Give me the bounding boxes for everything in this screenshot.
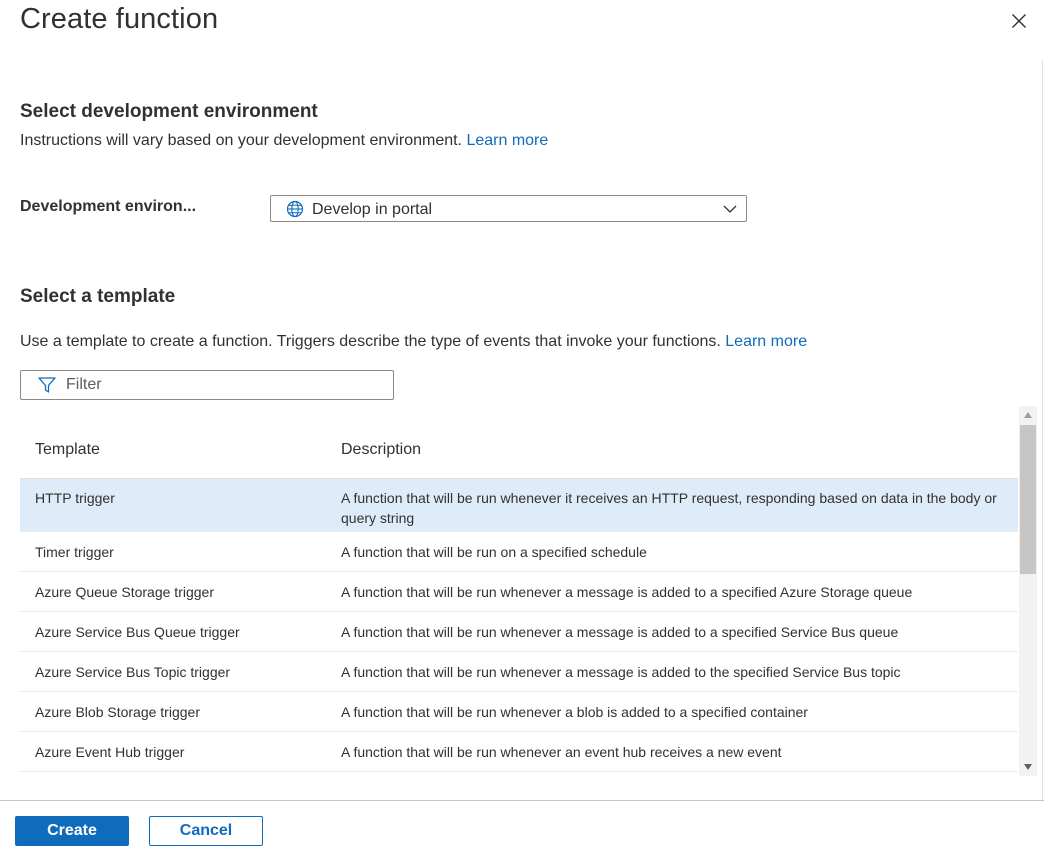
globe-icon (286, 200, 304, 218)
table-row[interactable]: Azure Service Bus Topic trigger A functi… (20, 652, 1018, 692)
filter-input[interactable] (66, 376, 366, 394)
scroll-up-button[interactable] (1019, 406, 1037, 424)
template-name: Azure Queue Storage trigger (35, 584, 214, 600)
template-name: Timer trigger (35, 544, 114, 560)
template-description-cell: A function that will be run whenever a m… (341, 664, 901, 680)
table-row[interactable]: Timer trigger A function that will be ru… (20, 532, 1018, 572)
dev-env-heading: Select development environment (20, 101, 318, 122)
table-row[interactable]: Azure Queue Storage trigger A function t… (20, 572, 1018, 612)
template-name: HTTP trigger (35, 490, 115, 506)
column-header-template[interactable]: Template (35, 441, 100, 459)
template-description-cell: A function that will be run on a specifi… (341, 544, 647, 560)
close-icon (1012, 14, 1026, 28)
template-learn-more-link[interactable]: Learn more (725, 333, 807, 350)
scrollbar-thumb[interactable] (1020, 425, 1036, 574)
template-description-cell: A function that will be run whenever a m… (341, 624, 899, 640)
create-button[interactable]: Create (15, 816, 129, 846)
template-heading: Select a template (20, 286, 176, 307)
template-description-cell: A function that will be run whenever an … (341, 744, 782, 760)
template-name: Azure Event Hub trigger (35, 744, 185, 760)
dev-env-field-label: Development environ... (20, 198, 197, 215)
table-row[interactable]: Azure Event Hub trigger A function that … (20, 732, 1018, 772)
dev-env-description: Instructions will vary based on your dev… (20, 132, 462, 149)
dev-env-learn-more-link[interactable]: Learn more (466, 132, 548, 149)
caret-down-icon (1024, 764, 1032, 770)
template-description-cell: A function that will be run whenever a b… (341, 704, 808, 720)
template-description-line: Use a template to create a function. Tri… (20, 333, 807, 351)
filter-box[interactable] (20, 370, 394, 400)
template-name: Azure Service Bus Queue trigger (35, 624, 240, 640)
template-description-cell: A function that will be run whenever a m… (341, 584, 913, 600)
table-row[interactable]: Azure Service Bus Queue trigger A functi… (20, 612, 1018, 652)
caret-up-icon (1024, 412, 1032, 418)
template-name: Azure Blob Storage trigger (35, 704, 200, 720)
dev-env-description-line: Instructions will vary based on your dev… (20, 132, 548, 150)
cancel-button[interactable]: Cancel (149, 816, 263, 846)
dialog-title: Create function (20, 3, 219, 35)
footer-divider (0, 800, 1044, 801)
template-description-cell: A function that will be run whenever it … (341, 490, 997, 526)
table-row[interactable]: Azure Blob Storage trigger A function th… (20, 692, 1018, 732)
close-button[interactable] (1006, 8, 1032, 34)
dev-env-dropdown[interactable]: Develop in portal (270, 195, 747, 222)
scroll-down-button[interactable] (1019, 758, 1037, 776)
table-row[interactable]: HTTP trigger A function that will be run… (20, 479, 1018, 532)
template-description: Use a template to create a function. Tri… (20, 333, 721, 350)
column-header-description[interactable]: Description (341, 441, 421, 459)
panel-edge (1042, 60, 1043, 800)
template-name: Azure Service Bus Topic trigger (35, 664, 231, 680)
dev-env-selected-value: Develop in portal (312, 200, 433, 218)
table-header: Template Description (20, 425, 1018, 479)
chevron-down-icon (722, 201, 738, 217)
filter-icon (37, 375, 57, 395)
template-table: Template Description HTTP trigger A func… (20, 425, 1018, 772)
